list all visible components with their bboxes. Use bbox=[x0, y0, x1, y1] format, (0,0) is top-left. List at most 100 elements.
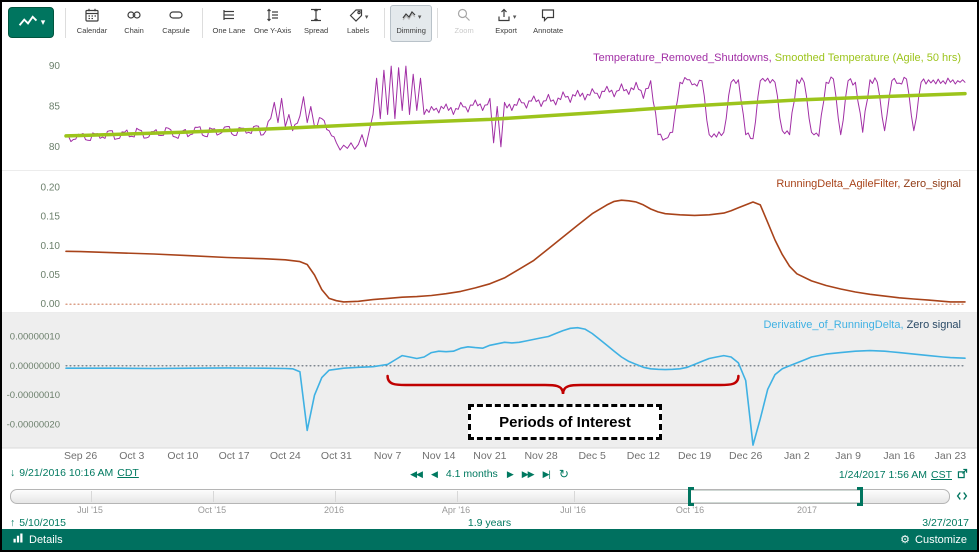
fast-forward-button[interactable]: ▶▶ bbox=[522, 469, 534, 480]
timezone-link-end[interactable]: CST bbox=[931, 469, 952, 481]
expand-timeline-icon[interactable] bbox=[954, 489, 972, 504]
y-tick-label: 90 bbox=[49, 61, 61, 72]
y-tick-label: 0.05 bbox=[41, 270, 61, 281]
toolbar-button-label: Export bbox=[495, 26, 517, 35]
one-lane-icon bbox=[221, 7, 237, 26]
toolbar-button-labels[interactable]: ▾Labels bbox=[337, 5, 379, 42]
toolbar-button-label: Spread bbox=[304, 26, 328, 35]
x-tick-label: Jan 9 bbox=[835, 450, 861, 462]
chevron-down-icon: ▾ bbox=[418, 13, 422, 21]
fast-backward-button[interactable]: ◀◀ bbox=[410, 469, 422, 480]
toolbar-separator bbox=[202, 8, 203, 38]
trend-chart-area[interactable]: 9085800.200.150.100.050.000.000000100.00… bbox=[2, 2, 979, 472]
x-tick-label: Jan 2 bbox=[784, 450, 810, 462]
timeline-label: Jul '15 bbox=[77, 505, 103, 515]
display-range-duration[interactable]: 4.1 months bbox=[446, 468, 498, 480]
toolbar-button-zoom: Zoom bbox=[443, 5, 485, 42]
trend-chart-svg[interactable]: 9085800.200.150.100.050.000.000000100.00… bbox=[2, 2, 979, 472]
skip-to-now-button[interactable]: ▶| bbox=[543, 469, 550, 480]
spread-icon bbox=[308, 7, 324, 26]
investigate-range-end[interactable]: 3/27/2017 bbox=[922, 517, 969, 529]
toolbar-button-dimming[interactable]: ▾Dimming bbox=[390, 5, 432, 42]
toolbar-button-label: Chain bbox=[124, 26, 144, 35]
y-tick-label: 85 bbox=[49, 102, 61, 113]
investigate-range-duration: 1.9 years bbox=[468, 517, 511, 529]
toolbar-button-label: Capsule bbox=[162, 26, 190, 35]
investigate-range-info: ↑ 5/10/2015 1.9 years 3/27/2017 bbox=[2, 517, 977, 529]
toolbar-separator bbox=[65, 8, 66, 38]
y-tick-label: 0.00000010 bbox=[10, 332, 60, 343]
customize-button[interactable]: ⚙ Customize bbox=[900, 533, 967, 546]
worksheet-view-button[interactable]: ▾ bbox=[8, 7, 54, 38]
legend-zero-signal[interactable]: Zero_signal bbox=[904, 178, 961, 190]
y-tick-label: 0.00 bbox=[41, 299, 61, 310]
timeline-label: Oct '16 bbox=[676, 505, 704, 515]
toolbar-separator bbox=[384, 8, 385, 38]
lane-1-background bbox=[2, 50, 979, 171]
toolbar-button-label: Labels bbox=[347, 26, 369, 35]
step-backward-button[interactable]: ◀ bbox=[431, 469, 437, 480]
timeline-tick bbox=[457, 491, 458, 502]
lane-1-legend: Temperature_Removed_Shutdowns, Smoothed … bbox=[593, 52, 961, 64]
toolbar-button-one-lane[interactable]: One Lane bbox=[208, 5, 250, 42]
legend-smoothed[interactable]: Smoothed Temperature (Agile, 50 hrs) bbox=[775, 52, 961, 64]
x-tick-label: Sep 26 bbox=[64, 450, 97, 462]
capsule-icon bbox=[168, 7, 184, 26]
series-temperature-removed-shutdowns[interactable] bbox=[66, 66, 965, 150]
timeline-label: Apr '16 bbox=[442, 505, 470, 515]
refresh-icon[interactable]: ↻ bbox=[559, 467, 569, 481]
timeline-selection-end-handle[interactable] bbox=[857, 487, 863, 506]
trend-analysis-window: 9085800.200.150.100.050.000.000000100.00… bbox=[0, 0, 979, 552]
x-tick-label: Jan 23 bbox=[935, 450, 967, 462]
dimming-icon bbox=[401, 7, 417, 26]
y-tick-label: 0.10 bbox=[41, 241, 61, 252]
chevron-down-icon: ▾ bbox=[41, 17, 46, 28]
export-icon bbox=[496, 7, 512, 26]
labels-icon bbox=[348, 7, 364, 26]
toolbar: ▾ Calendar Chain Capsule One LaneOne Y-Axis… bbox=[2, 2, 977, 50]
chevron-down-icon: ▾ bbox=[513, 13, 517, 21]
timeline-selection-start-handle[interactable] bbox=[688, 487, 694, 506]
expand-range-icon[interactable] bbox=[956, 467, 969, 483]
x-tick-label: Oct 10 bbox=[167, 450, 198, 462]
toolbar-button-export[interactable]: ▾ Export bbox=[485, 5, 527, 42]
display-range-end[interactable]: 1/24/2017 1:56 AM bbox=[839, 469, 927, 481]
legend-zero-signal[interactable]: Zero signal bbox=[907, 319, 961, 331]
trend-icon bbox=[17, 14, 39, 32]
step-forward-button[interactable]: ▶ bbox=[507, 469, 513, 480]
y-tick-label: 0.15 bbox=[41, 212, 61, 223]
series-runningdelta-agilefilter[interactable] bbox=[66, 200, 965, 302]
toolbar-button-chain[interactable]: Chain bbox=[113, 5, 155, 42]
calendar-icon bbox=[84, 7, 100, 26]
toolbar-buttons: Calendar Chain Capsule One LaneOne Y-Axis Sp… bbox=[71, 5, 569, 42]
toolbar-button-one-y-axis[interactable]: One Y-Axis bbox=[250, 5, 295, 42]
timeline-tick bbox=[213, 491, 214, 502]
toolbar-separator bbox=[437, 8, 438, 38]
bar-chart-icon bbox=[12, 532, 24, 547]
lane-2-legend: RunningDelta_AgileFilter, Zero_signal bbox=[776, 178, 961, 190]
timeline-selection[interactable] bbox=[691, 490, 860, 503]
legend-running-delta[interactable]: RunningDelta_AgileFilter, bbox=[776, 178, 903, 190]
toolbar-button-spread[interactable]: Spread bbox=[295, 5, 337, 42]
y-tick-label: 0.20 bbox=[41, 182, 61, 193]
legend-temperature[interactable]: Temperature_Removed_Shutdowns, bbox=[593, 52, 775, 64]
toolbar-button-label: Annotate bbox=[533, 26, 563, 35]
timeline-label: Oct '15 bbox=[198, 505, 226, 515]
toolbar-button-calendar[interactable]: Calendar bbox=[71, 5, 113, 42]
details-button[interactable]: Details bbox=[12, 532, 63, 547]
lane-2-background bbox=[2, 171, 979, 313]
x-tick-label: Dec 19 bbox=[678, 450, 711, 462]
gear-icon: ⚙ bbox=[900, 533, 910, 546]
toolbar-button-annotate[interactable]: Annotate bbox=[527, 5, 569, 42]
chain-icon bbox=[126, 7, 142, 26]
series-smoothed-temperature-agile-50-hrs-[interactable] bbox=[66, 94, 965, 136]
toolbar-button-label: Zoom bbox=[455, 26, 474, 35]
x-tick-label: Nov 7 bbox=[374, 450, 402, 462]
legend-derivative[interactable]: Derivative_of_RunningDelta, bbox=[763, 319, 906, 331]
toolbar-button-capsule[interactable]: Capsule bbox=[155, 5, 197, 42]
investigate-range-scrollbar[interactable] bbox=[10, 489, 950, 504]
annotation-label: Periods of Interest bbox=[499, 414, 631, 431]
details-label: Details bbox=[29, 534, 63, 546]
timeline-tick bbox=[91, 491, 92, 502]
timeline-axis-labels: Jul '15Oct '152016Apr '16Jul '16Oct '162… bbox=[10, 505, 948, 515]
